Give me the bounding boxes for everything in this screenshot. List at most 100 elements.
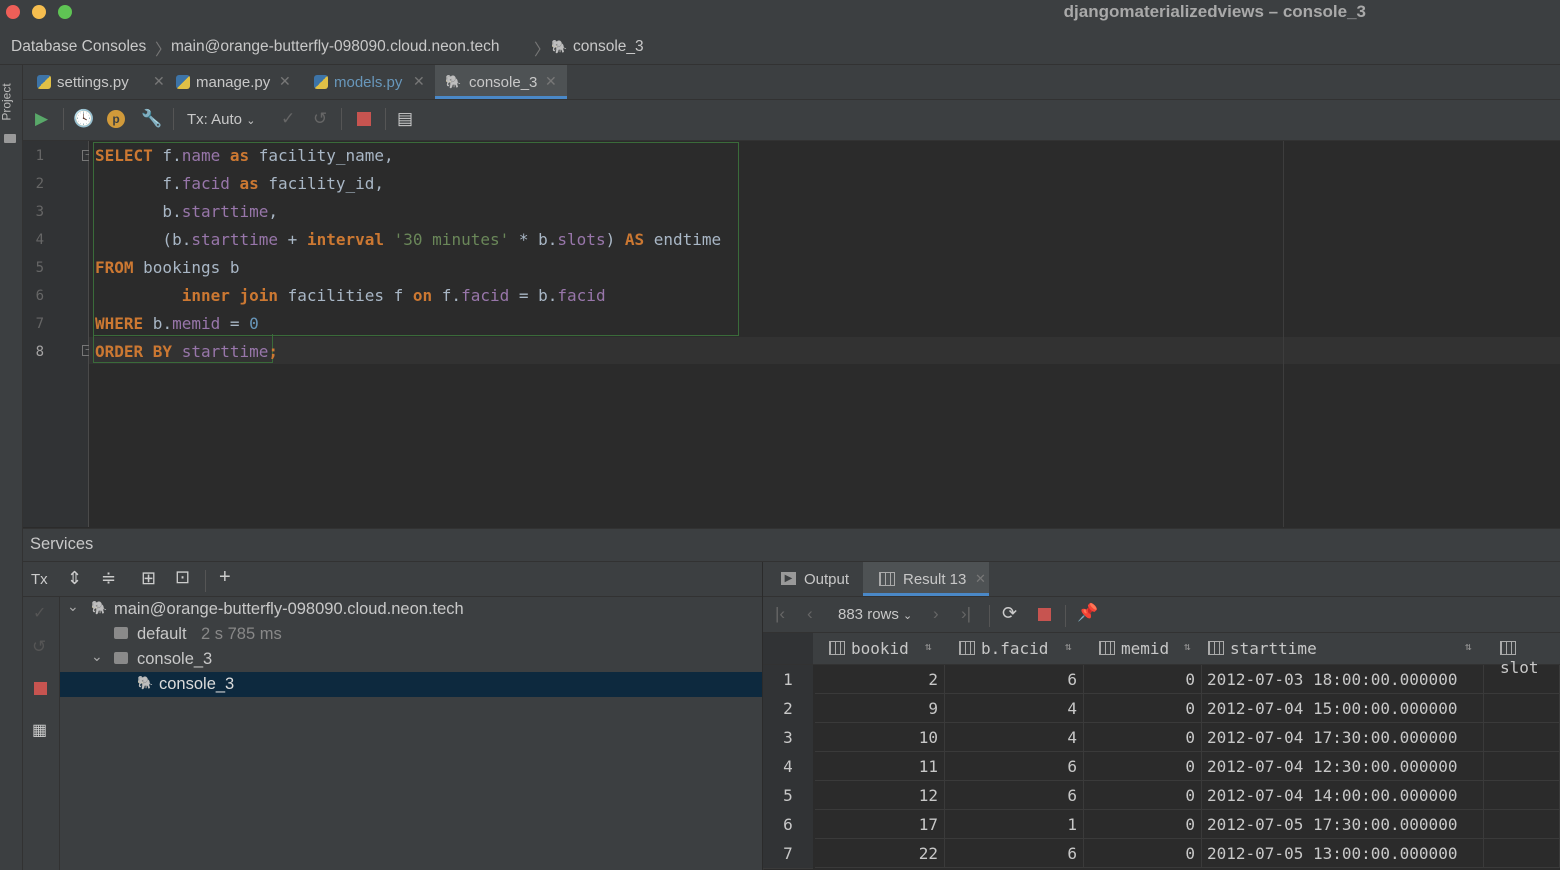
row-number[interactable]: 5 bbox=[763, 781, 813, 811]
settings-wrench-icon[interactable]: 🔧 bbox=[141, 109, 162, 129]
close-window-button[interactable] bbox=[6, 5, 20, 19]
first-page-icon[interactable]: |‹ bbox=[775, 604, 785, 624]
sort-icon[interactable]: ⇅ bbox=[1465, 640, 1472, 653]
breadcrumb-item[interactable]: Database Consoles bbox=[11, 38, 146, 56]
parameters-icon[interactable]: p bbox=[107, 110, 125, 128]
cell-memid[interactable]: 0 bbox=[1084, 694, 1202, 723]
sort-icon[interactable]: ⇅ bbox=[1065, 640, 1072, 653]
rollback-icon[interactable]: ↺ bbox=[32, 637, 46, 657]
cell-memid[interactable]: 0 bbox=[1084, 723, 1202, 752]
new-session-icon[interactable]: ⊡ bbox=[175, 567, 190, 588]
collapse-all-icon[interactable]: ≑ bbox=[101, 568, 116, 589]
cell-bookid[interactable]: 2 bbox=[815, 665, 945, 694]
cell-slots[interactable] bbox=[1484, 752, 1560, 781]
commit-icon[interactable]: ✓ bbox=[33, 603, 46, 623]
breadcrumb-item[interactable]: main@orange-butterfly-098090.cloud.neon.… bbox=[171, 38, 500, 56]
tree-item-console-session[interactable]: ⌄ console_3 bbox=[60, 647, 762, 672]
stop-icon[interactable] bbox=[34, 682, 47, 695]
close-tab-icon[interactable]: ✕ bbox=[153, 73, 165, 90]
cell-bookid[interactable]: 17 bbox=[815, 810, 945, 839]
add-icon[interactable]: + bbox=[219, 566, 231, 589]
column-header-starttime[interactable]: starttime bbox=[1208, 639, 1317, 658]
cell-facid[interactable]: 6 bbox=[945, 781, 1084, 810]
expand-all-icon[interactable]: ⇕ bbox=[67, 568, 82, 589]
sort-icon[interactable]: ⇅ bbox=[1184, 640, 1191, 653]
cell-slots[interactable] bbox=[1484, 839, 1560, 868]
cell-bookid[interactable]: 9 bbox=[815, 694, 945, 723]
rollback-icon[interactable]: ↺ bbox=[313, 109, 327, 129]
cell-facid[interactable]: 4 bbox=[945, 723, 1084, 752]
close-tab-icon[interactable]: ✕ bbox=[975, 571, 986, 587]
cell-bookid[interactable]: 22 bbox=[815, 839, 945, 868]
breadcrumb-item[interactable]: console_3 bbox=[573, 38, 644, 56]
row-number[interactable]: 6 bbox=[763, 810, 813, 840]
layout-icon[interactable]: ▦ bbox=[32, 720, 47, 740]
cell-slots[interactable] bbox=[1484, 665, 1560, 694]
pin-icon[interactable]: 📌 bbox=[1077, 603, 1098, 623]
cell-starttime[interactable]: 2012-07-03 18:00:00.000000 bbox=[1202, 665, 1484, 694]
history-icon[interactable]: 🕓 bbox=[73, 109, 94, 129]
row-number[interactable]: 1 bbox=[763, 665, 813, 695]
cell-facid[interactable]: 6 bbox=[945, 839, 1084, 868]
row-number[interactable]: 4 bbox=[763, 752, 813, 782]
execute-icon[interactable]: ▶ bbox=[35, 109, 48, 129]
cell-memid[interactable]: 0 bbox=[1084, 665, 1202, 694]
column-header-facid[interactable]: b.facid bbox=[959, 639, 1048, 658]
previous-page-icon[interactable]: ‹ bbox=[807, 604, 813, 624]
cell-facid[interactable]: 6 bbox=[945, 752, 1084, 781]
next-page-icon[interactable]: › bbox=[933, 604, 939, 624]
cell-facid[interactable]: 1 bbox=[945, 810, 1084, 839]
tab-output[interactable]: ▶ Output bbox=[763, 562, 859, 596]
cell-memid[interactable]: 0 bbox=[1084, 781, 1202, 810]
tab-console-3[interactable]: 🐘 console_3 ✕ bbox=[435, 65, 567, 99]
cell-slots[interactable] bbox=[1484, 723, 1560, 752]
cell-starttime[interactable]: 2012-07-05 13:00:00.000000 bbox=[1202, 839, 1484, 868]
column-header-memid[interactable]: memid bbox=[1099, 639, 1169, 658]
close-tab-icon[interactable]: ✕ bbox=[279, 73, 291, 90]
stop-icon[interactable] bbox=[357, 112, 371, 126]
tree-item-default-session[interactable]: default 2 s 785 ms bbox=[60, 622, 762, 647]
row-number[interactable]: 7 bbox=[763, 839, 813, 869]
group-by-icon[interactable]: ⊞ bbox=[141, 568, 156, 589]
cell-facid[interactable]: 6 bbox=[945, 665, 1084, 694]
commit-icon[interactable]: ✓ bbox=[281, 109, 295, 129]
sort-icon[interactable]: ⇅ bbox=[925, 640, 932, 653]
cell-memid[interactable]: 0 bbox=[1084, 810, 1202, 839]
close-tab-icon[interactable]: ✕ bbox=[545, 73, 557, 90]
cell-starttime[interactable]: 2012-07-04 17:30:00.000000 bbox=[1202, 723, 1484, 752]
tx-icon[interactable]: Tx bbox=[31, 571, 48, 588]
last-page-icon[interactable]: ›| bbox=[961, 604, 971, 624]
column-header-bookid[interactable]: bookid bbox=[829, 639, 909, 658]
row-number[interactable]: 2 bbox=[763, 694, 813, 724]
close-tab-icon[interactable]: ✕ bbox=[413, 73, 425, 90]
zoom-window-button[interactable] bbox=[58, 5, 72, 19]
cell-bookid[interactable]: 11 bbox=[815, 752, 945, 781]
rows-dropdown[interactable]: 883 rows ⌄ bbox=[838, 606, 912, 623]
project-tool-button[interactable]: Project bbox=[0, 83, 14, 120]
cell-bookid[interactable]: 12 bbox=[815, 781, 945, 810]
layout-icon[interactable]: ▤ bbox=[397, 109, 413, 129]
cell-slots[interactable] bbox=[1484, 694, 1560, 723]
chevron-down-icon[interactable]: ⌄ bbox=[91, 648, 103, 665]
cell-bookid[interactable]: 10 bbox=[815, 723, 945, 752]
stop-icon[interactable] bbox=[1038, 608, 1051, 621]
tab-models-py[interactable]: models.py ✕ bbox=[312, 65, 432, 99]
tx-mode-dropdown[interactable]: Tx: Auto ⌄ bbox=[187, 111, 255, 128]
tab-result-13[interactable]: Result 13 ✕ bbox=[863, 562, 989, 596]
tree-item-console[interactable]: 🐘 console_3 bbox=[60, 672, 762, 697]
cell-facid[interactable]: 4 bbox=[945, 694, 1084, 723]
cell-memid[interactable]: 0 bbox=[1084, 752, 1202, 781]
tree-item-datasource[interactable]: ⌄ 🐘 main@orange-butterfly-098090.cloud.n… bbox=[60, 597, 762, 622]
minimize-window-button[interactable] bbox=[32, 5, 46, 19]
cell-starttime[interactable]: 2012-07-05 17:30:00.000000 bbox=[1202, 810, 1484, 839]
cell-starttime[interactable]: 2012-07-04 14:00:00.000000 bbox=[1202, 781, 1484, 810]
cell-starttime[interactable]: 2012-07-04 15:00:00.000000 bbox=[1202, 694, 1484, 723]
chevron-down-icon[interactable]: ⌄ bbox=[67, 598, 79, 615]
tab-manage-py[interactable]: manage.py ✕ bbox=[174, 65, 300, 99]
cell-memid[interactable]: 0 bbox=[1084, 839, 1202, 868]
cell-slots[interactable] bbox=[1484, 810, 1560, 839]
cell-slots[interactable] bbox=[1484, 781, 1560, 810]
refresh-icon[interactable]: ⟳ bbox=[1002, 603, 1017, 624]
tab-settings-py[interactable]: settings.py ✕ bbox=[35, 65, 165, 99]
row-number[interactable]: 3 bbox=[763, 723, 813, 753]
